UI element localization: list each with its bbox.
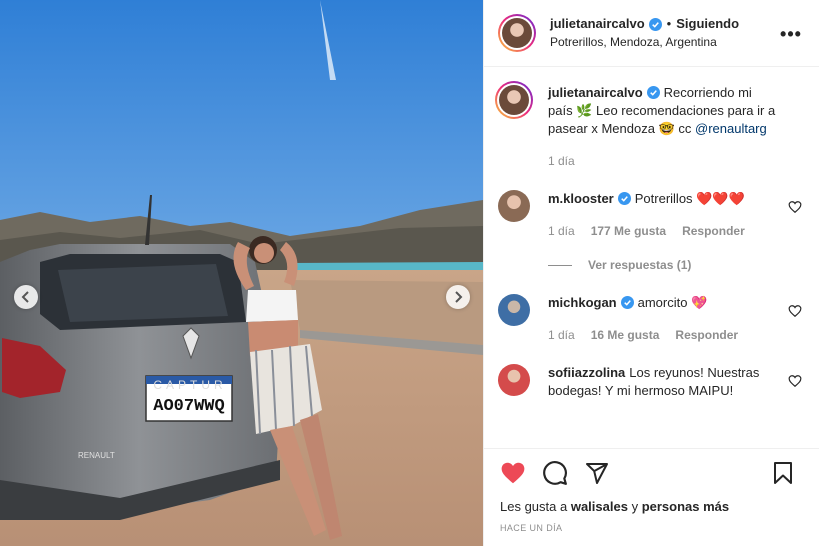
comment-username[interactable]: m.klooster [548, 191, 614, 206]
license-plate-text: AO07WWQ [153, 397, 224, 416]
comment-item: m.klooster Potrerillos ❤️❤️❤️ 1 día 177 M… [498, 190, 804, 240]
caption-avatar[interactable] [495, 81, 533, 119]
author-username[interactable]: julietanaircalvo [550, 15, 645, 33]
comment-username[interactable]: sofiiazzolina [548, 365, 625, 380]
likes-summary: Les gusta a walisales y personas más [500, 499, 804, 514]
next-photo-button[interactable] [446, 285, 470, 309]
likes-others-link[interactable]: personas más [642, 499, 729, 514]
comment-avatar[interactable] [498, 190, 530, 222]
post-photo[interactable]: AO07WWQ CAPTUR RENAULT [0, 0, 483, 546]
car-model-text: CAPTUR [153, 378, 226, 392]
heart-icon [501, 462, 525, 484]
following-button[interactable]: Siguiendo [676, 15, 739, 33]
comments-list[interactable]: julietanaircalvo Recorriendo mi país 🌿 Le… [484, 68, 819, 448]
post-header: julietanaircalvo • Siguiendo Potrerillos… [484, 0, 819, 67]
comment-text: Potrerillos ❤️❤️❤️ [634, 191, 745, 206]
post-actions: Les gusta a walisales y personas más Hac… [484, 448, 819, 546]
replies-divider [548, 264, 572, 266]
author-avatar[interactable] [498, 14, 536, 52]
save-button[interactable] [770, 460, 796, 486]
likes-user-link[interactable]: walisales [571, 499, 628, 514]
caption: julietanaircalvo Recorriendo mi país 🌿 Le… [495, 81, 804, 170]
verified-badge-icon [648, 17, 662, 31]
caption-time[interactable]: 1 día [548, 152, 575, 170]
view-replies-button[interactable]: Ver respuestas (1) [548, 258, 804, 272]
post-timestamp[interactable]: Hace un día [500, 523, 804, 533]
post-location[interactable]: Potrerillos, Mendoza, Argentina [550, 33, 739, 51]
comment-avatar[interactable] [498, 294, 530, 326]
bookmark-icon [774, 462, 792, 484]
like-button[interactable] [500, 460, 526, 486]
car-badge-text: RENAULT [78, 451, 115, 460]
chevron-left-icon [21, 291, 29, 303]
like-comment-heart-icon[interactable] [788, 304, 802, 318]
share-button[interactable] [584, 460, 610, 486]
likes-and: y [631, 499, 639, 514]
reply-button[interactable]: Responder [682, 222, 745, 240]
mention-link[interactable]: @renaultarg [695, 121, 767, 136]
more-options-button[interactable]: ••• [779, 22, 803, 46]
send-icon [586, 463, 608, 484]
like-comment-heart-icon[interactable] [788, 200, 802, 214]
instagram-post: AO07WWQ CAPTUR RENAULT julietanaircalvo … [0, 0, 819, 546]
comment-item: michkogan amorcito 💖 1 día 16 Me gusta Re… [498, 294, 804, 344]
verified-badge-icon [620, 296, 634, 309]
comment-item: sofiiazzolina Los reyunos! Nuestras bodeg… [498, 364, 804, 400]
previous-photo-button[interactable] [14, 285, 38, 309]
likes-prefix: Les gusta a [500, 499, 568, 514]
comment-time[interactable]: 1 día [548, 326, 575, 344]
verified-badge-icon [617, 192, 631, 205]
comment-icon [543, 461, 567, 485]
chevron-right-icon [455, 291, 463, 303]
reply-button[interactable]: Responder [675, 326, 738, 344]
comment-time[interactable]: 1 día [548, 222, 575, 240]
comment-username[interactable]: michkogan [548, 295, 617, 310]
caption-username[interactable]: julietanaircalvo [548, 85, 643, 100]
comment-text: amorcito 💖 [637, 295, 708, 310]
post-side-panel: julietanaircalvo • Siguiendo Potrerillos… [483, 0, 819, 546]
comment-likes[interactable]: 16 Me gusta [591, 326, 660, 344]
comment-likes[interactable]: 177 Me gusta [591, 222, 666, 240]
verified-badge-icon [646, 86, 660, 99]
comment-button[interactable] [542, 460, 568, 486]
comment-avatar[interactable] [498, 364, 530, 396]
view-replies-label: Ver respuestas (1) [588, 258, 692, 272]
like-comment-heart-icon[interactable] [788, 374, 802, 388]
separator-dot: • [666, 16, 672, 31]
photo-scene: AO07WWQ CAPTUR RENAULT [0, 0, 483, 546]
